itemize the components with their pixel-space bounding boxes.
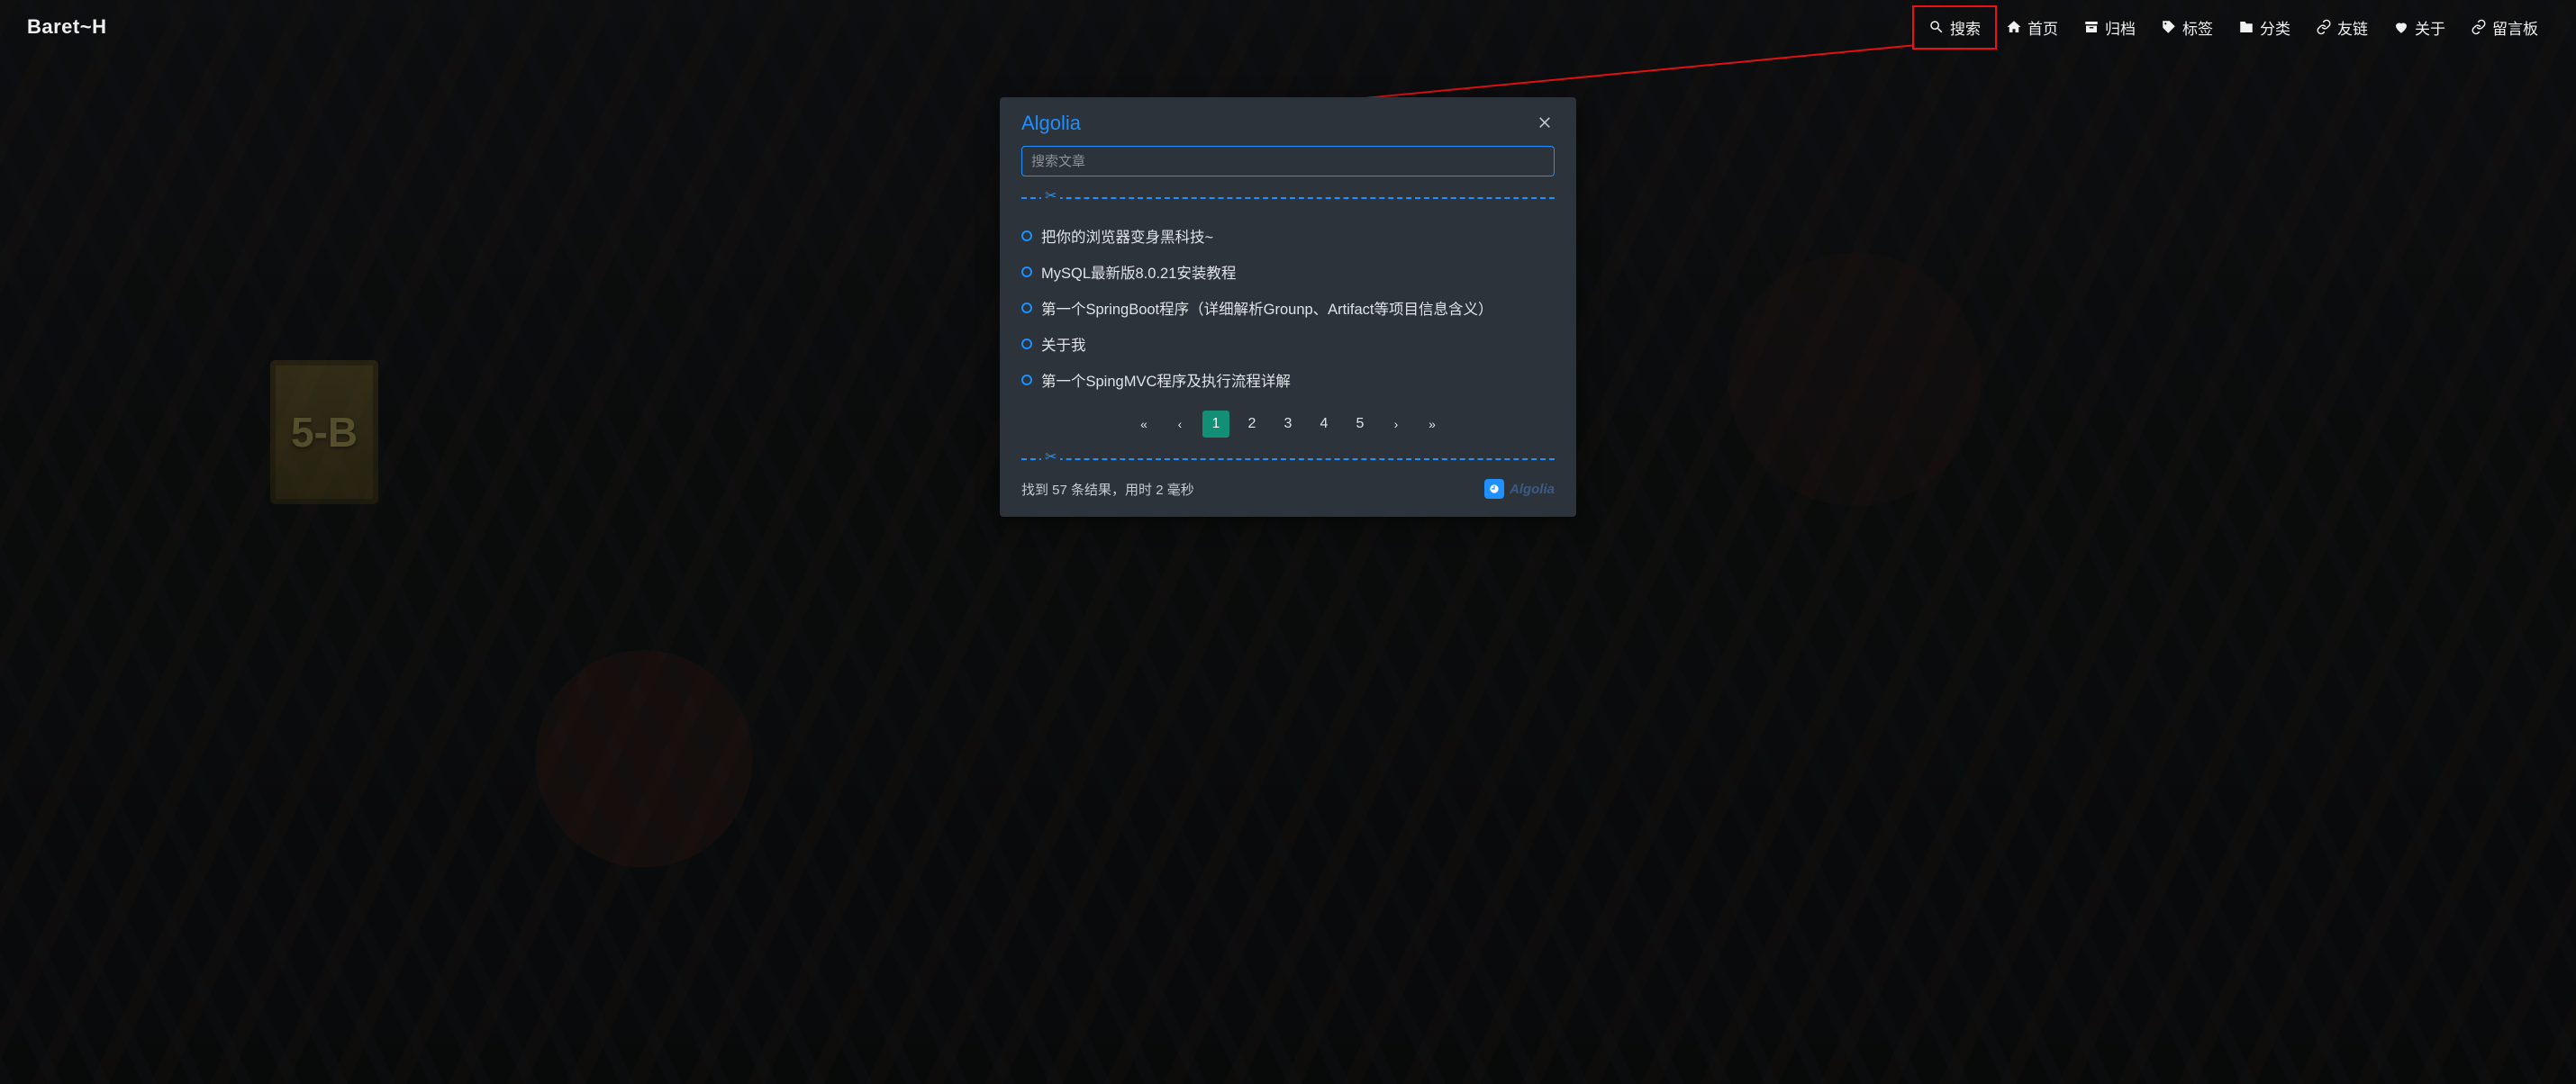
search-result-item[interactable]: 第一个SpingMVC程序及执行流程详解 xyxy=(1021,362,1555,398)
search-result-item[interactable]: 把你的浏览器变身黑科技~ xyxy=(1021,218,1555,254)
search-input[interactable] xyxy=(1021,146,1555,176)
modal-title: Algolia xyxy=(1021,112,1081,135)
bullet-icon xyxy=(1021,266,1032,277)
page-first-button[interactable]: « xyxy=(1130,411,1157,438)
divider-top: ✂ xyxy=(1021,189,1555,205)
bullet-icon xyxy=(1021,339,1032,349)
pagination: « ‹ 12345 › » xyxy=(1021,411,1555,438)
divider-bottom: ✂ xyxy=(1021,450,1555,466)
close-button[interactable] xyxy=(1535,113,1555,133)
modal-mask: Algolia ✂ 把你的浏览器变身黑科技~ MySQL最新版8.0.21安装教程… xyxy=(0,0,2576,1084)
search-result-title: 第一个SpringBoot程序（详细解析Grounp、Artifact等项目信息… xyxy=(1041,297,1493,319)
bullet-icon xyxy=(1021,375,1032,385)
bullet-icon xyxy=(1021,303,1032,313)
search-result-title: MySQL最新版8.0.21安装教程 xyxy=(1041,261,1236,283)
stopwatch-icon xyxy=(1484,479,1504,499)
search-result-item[interactable]: MySQL最新版8.0.21安装教程 xyxy=(1021,254,1555,290)
modal-header: Algolia xyxy=(1021,112,1555,135)
page-next-button[interactable]: › xyxy=(1383,411,1410,438)
search-modal: Algolia ✂ 把你的浏览器变身黑科技~ MySQL最新版8.0.21安装教程… xyxy=(1000,97,1576,517)
page-number-button[interactable]: 1 xyxy=(1202,411,1229,438)
scissors-icon: ✂ xyxy=(1041,190,1060,204)
algolia-badge-text: Algolia xyxy=(1510,482,1555,497)
search-result-title: 把你的浏览器变身黑科技~ xyxy=(1041,225,1213,247)
close-icon xyxy=(1537,113,1553,134)
page-number-button[interactable]: 2 xyxy=(1238,411,1265,438)
search-result-item[interactable]: 关于我 xyxy=(1021,326,1555,362)
search-result-title: 关于我 xyxy=(1041,333,1086,355)
bullet-icon xyxy=(1021,230,1032,241)
page-last-button[interactable]: » xyxy=(1419,411,1446,438)
page-number-button[interactable]: 4 xyxy=(1311,411,1338,438)
search-result-item[interactable]: 第一个SpringBoot程序（详细解析Grounp、Artifact等项目信息… xyxy=(1021,290,1555,326)
result-stats: 找到 57 条结果，用时 2 毫秒 xyxy=(1021,480,1194,499)
modal-footer: 找到 57 条结果，用时 2 毫秒 Algolia xyxy=(1021,479,1555,499)
page-number-button[interactable]: 5 xyxy=(1347,411,1374,438)
search-result-title: 第一个SpingMVC程序及执行流程详解 xyxy=(1041,369,1291,391)
search-results: 把你的浏览器变身黑科技~ MySQL最新版8.0.21安装教程第一个SpringB… xyxy=(1021,218,1555,398)
page-number-button[interactable]: 3 xyxy=(1274,411,1302,438)
scissors-icon: ✂ xyxy=(1041,451,1060,465)
algolia-badge[interactable]: Algolia xyxy=(1484,479,1555,499)
page-prev-button[interactable]: ‹ xyxy=(1166,411,1193,438)
